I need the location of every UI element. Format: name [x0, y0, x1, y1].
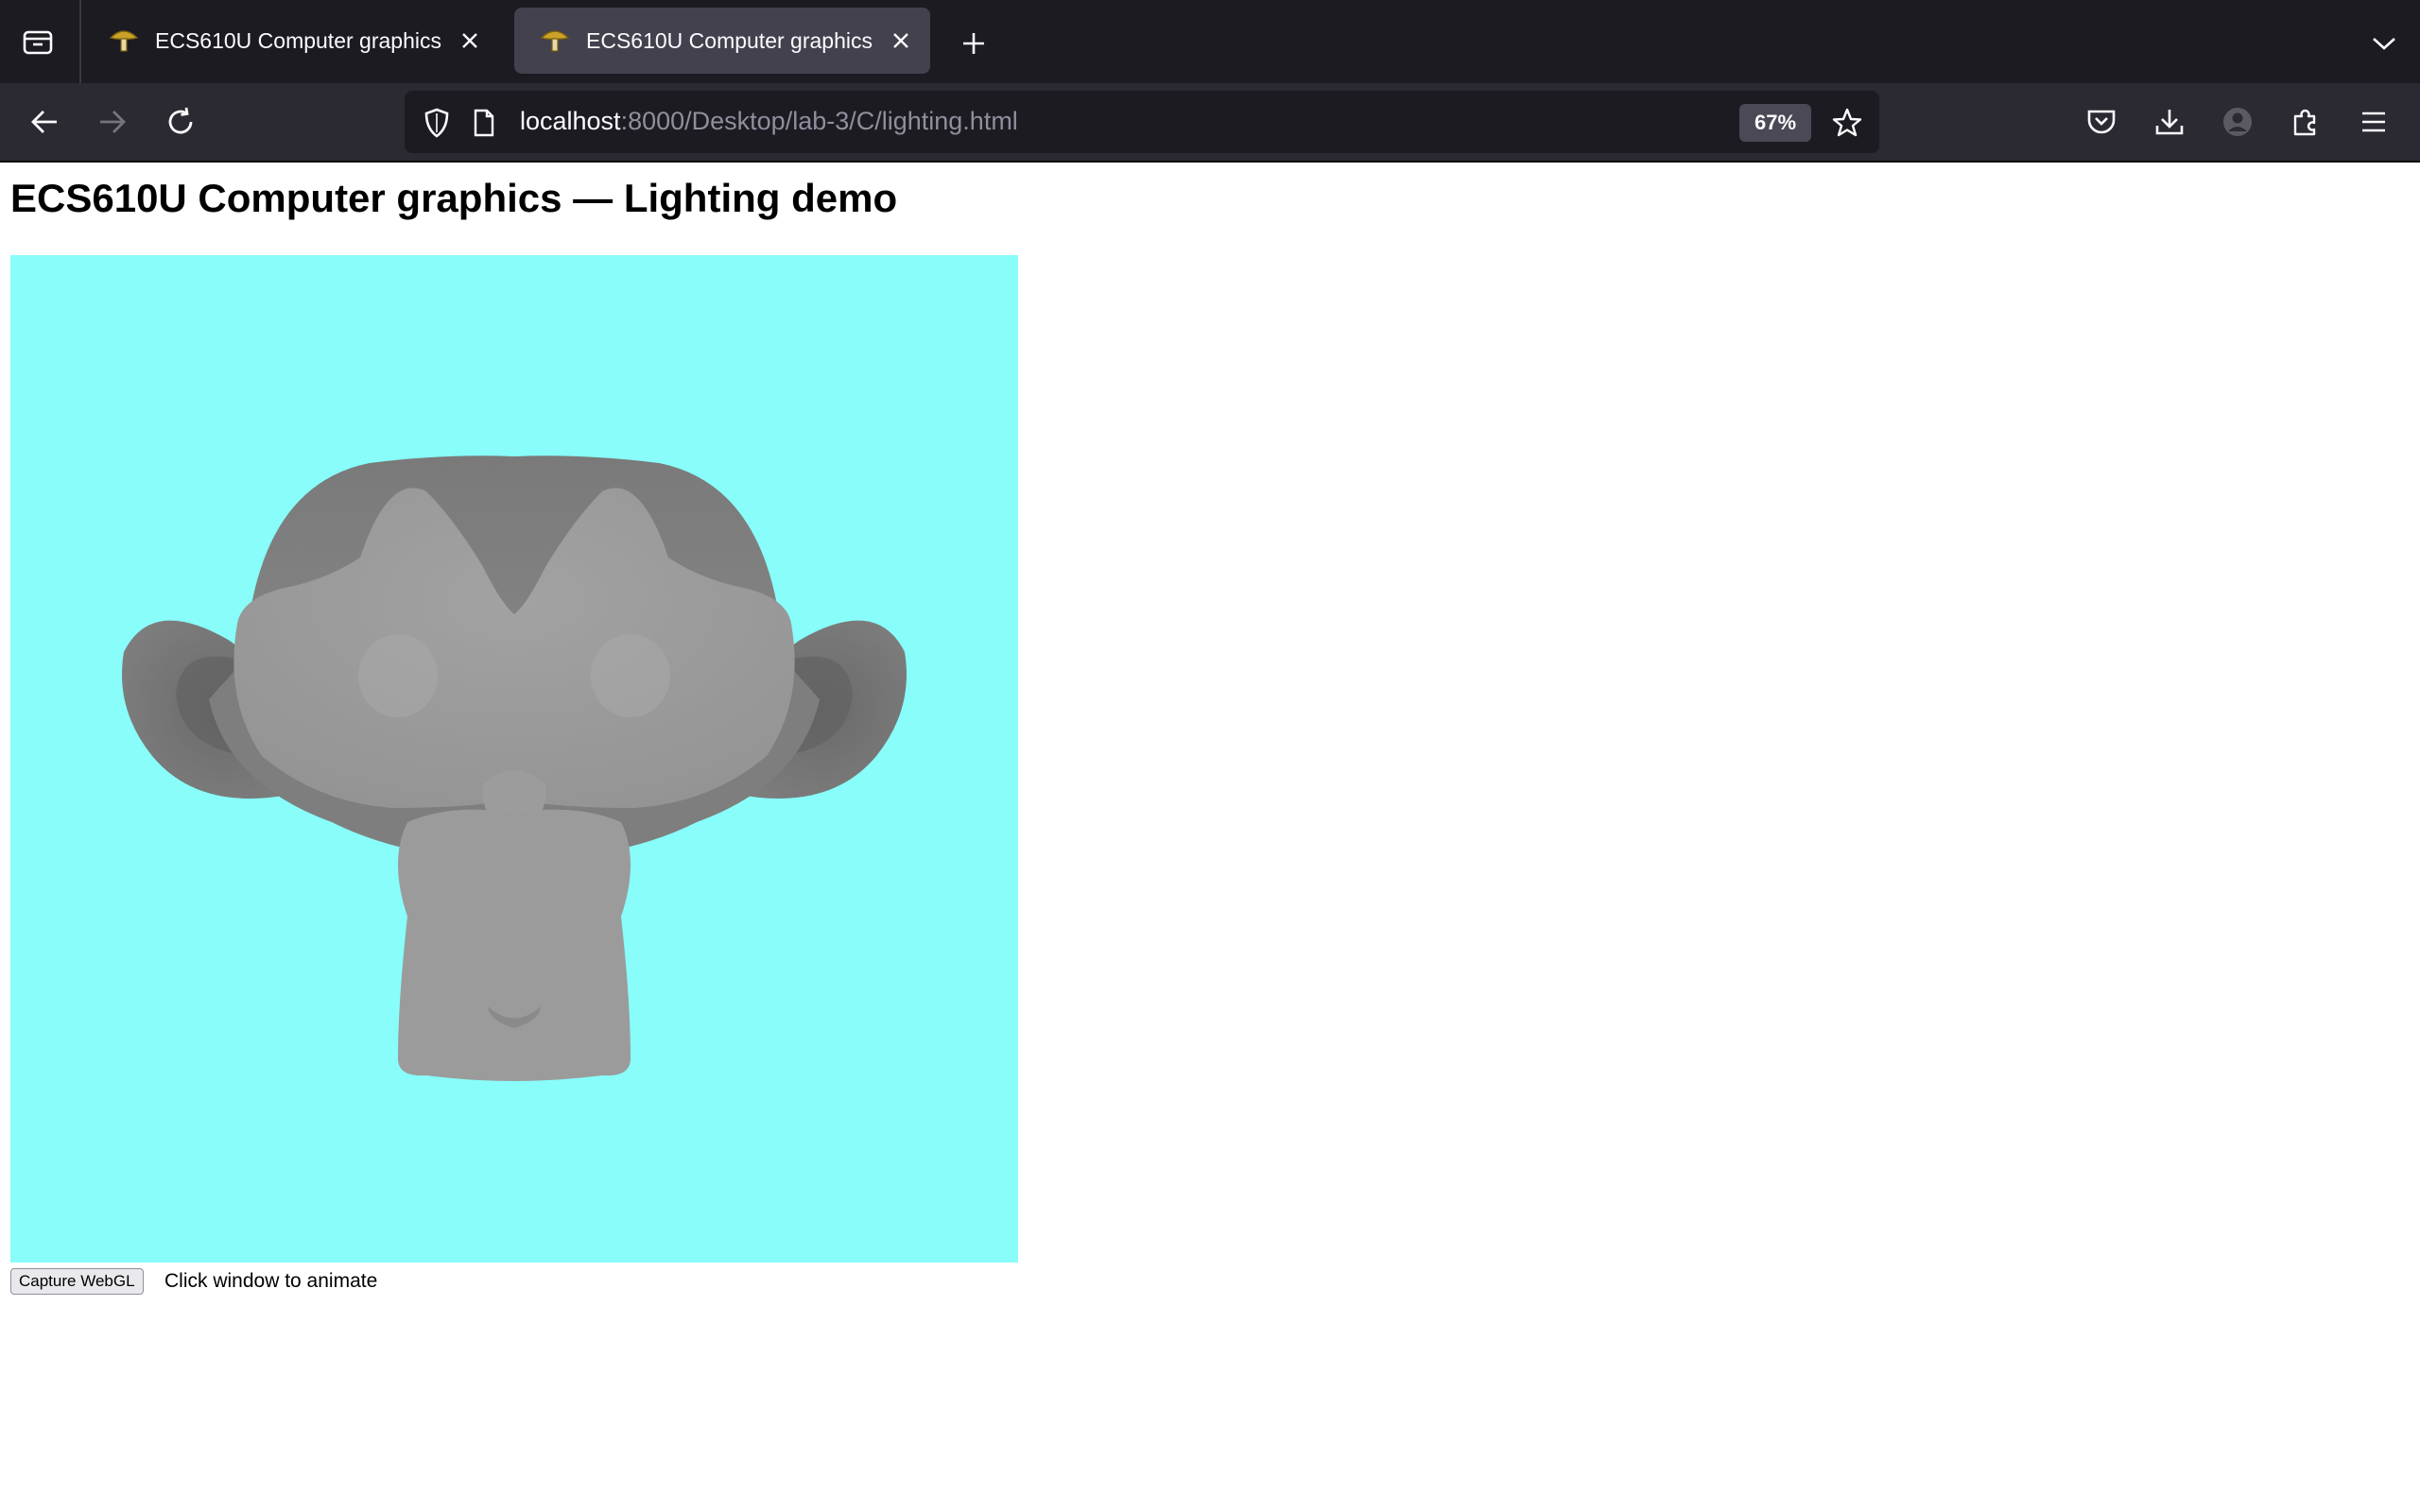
- star-icon[interactable]: [1828, 104, 1866, 142]
- mushroom-icon: [539, 26, 571, 55]
- forward-arrow-icon[interactable]: [91, 100, 134, 144]
- tab-list-icon[interactable]: [17, 23, 59, 60]
- url-text[interactable]: localhost:8000/Desktop/lab-3/C/lighting.…: [520, 107, 1018, 136]
- page-icon[interactable]: [469, 106, 499, 140]
- reload-icon[interactable]: [159, 100, 202, 144]
- animate-hint: Click window to animate: [164, 1270, 378, 1292]
- download-icon[interactable]: [2148, 100, 2191, 144]
- hamburger-menu-icon[interactable]: [2352, 100, 2395, 144]
- muzzle: [398, 809, 631, 1081]
- close-icon[interactable]: [887, 26, 915, 55]
- tab-title: ECS610U Computer graphics: [586, 27, 873, 53]
- mushroom-icon: [108, 26, 140, 55]
- tab-strip-divider: [79, 0, 81, 83]
- plus-icon[interactable]: [953, 23, 994, 64]
- address-bar[interactable]: localhost:8000/Desktop/lab-3/C/lighting.…: [405, 91, 1879, 153]
- shield-icon[interactable]: [420, 106, 454, 140]
- back-arrow-icon[interactable]: [23, 100, 66, 144]
- webgl-canvas[interactable]: [10, 255, 1018, 1263]
- page-content: ECS610U Computer graphics — Lighting dem…: [0, 163, 2420, 1512]
- capture-webgl-button[interactable]: Capture WebGL: [10, 1268, 144, 1295]
- tab-strip: ECS610U Computer graphics ECS610U Comput…: [0, 0, 2420, 83]
- pocket-icon[interactable]: [2080, 100, 2123, 144]
- tab-2[interactable]: ECS610U Computer graphics: [514, 8, 930, 74]
- navigation-toolbar: localhost:8000/Desktop/lab-3/C/lighting.…: [0, 83, 2420, 163]
- close-icon[interactable]: [456, 26, 484, 55]
- tab-title: ECS610U Computer graphics: [155, 27, 441, 53]
- chevron-down-icon[interactable]: [2363, 23, 2405, 64]
- url-path: :8000/Desktop/lab-3/C/lighting.html: [620, 107, 1018, 135]
- monkey-head-render: [122, 455, 907, 1081]
- page-title: ECS610U Computer graphics — Lighting dem…: [10, 176, 898, 220]
- url-host: localhost: [520, 107, 621, 135]
- zoom-level-badge[interactable]: 67%: [1739, 104, 1811, 142]
- account-icon[interactable]: [2216, 100, 2259, 144]
- tab-1[interactable]: ECS610U Computer graphics: [83, 8, 499, 74]
- puzzle-icon[interactable]: [2284, 100, 2327, 144]
